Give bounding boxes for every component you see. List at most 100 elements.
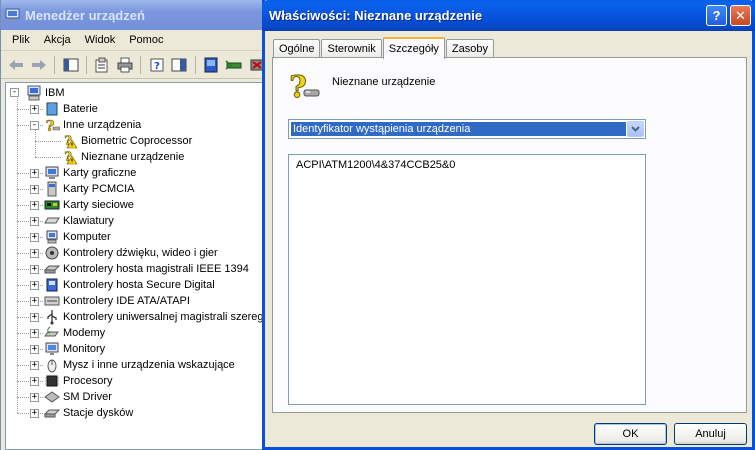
cancel-button[interactable]: Anuluj bbox=[674, 423, 747, 445]
ide-controller-icon bbox=[44, 293, 60, 309]
back-arrow-icon[interactable] bbox=[7, 55, 26, 75]
tree-item-label: Mysz i inne urządzenia wskazujące bbox=[63, 359, 235, 371]
help-icon[interactable]: ? bbox=[147, 55, 166, 75]
tree-item[interactable]: Kontrolery hosta magistrali IEEE 1394 bbox=[44, 261, 249, 277]
tree-item[interactable]: Klawiatury bbox=[44, 213, 114, 229]
ok-button[interactable]: OK bbox=[594, 423, 667, 445]
tree-item[interactable]: Kontrolery uniwersalnej magistrali szere… bbox=[44, 309, 266, 325]
tree-expand-toggle[interactable]: + bbox=[30, 361, 39, 370]
property-dropdown[interactable]: Identyfikator wystąpienia urządzenia bbox=[288, 119, 646, 139]
tab-szczegoly[interactable]: Szczegóły bbox=[382, 37, 445, 59]
pcmcia-card-icon bbox=[44, 181, 60, 197]
tree-item[interactable]: ? Nieznane urządzenie bbox=[62, 149, 184, 165]
tree-expand-toggle[interactable]: + bbox=[30, 297, 39, 306]
ieee1394-icon bbox=[44, 261, 60, 277]
tab-strip: Ogólne Sterownik Szczegóły Zasoby bbox=[273, 37, 495, 59]
tree-expand-toggle[interactable]: + bbox=[30, 345, 39, 354]
tree-item[interactable]: ? Inne urządzenia bbox=[44, 117, 141, 133]
tree-expand-toggle[interactable]: + bbox=[30, 217, 39, 226]
chevron-down-icon bbox=[631, 126, 640, 132]
tree-expand-toggle[interactable]: + bbox=[30, 105, 39, 114]
tree-line bbox=[17, 93, 18, 413]
tree-item[interactable]: Karty graficzne bbox=[44, 165, 136, 181]
tree-expand-toggle[interactable]: + bbox=[30, 329, 39, 338]
tree-item-label: Modemy bbox=[63, 327, 106, 339]
tree-line bbox=[35, 157, 61, 158]
property-value-list[interactable]: ACPI\ATM1200\4&374CCB25&0 bbox=[288, 154, 646, 405]
display-adapter-icon bbox=[44, 165, 60, 181]
device-tree[interactable]: IBM - Baterie +? Inne urządzenia -? Biometri… bbox=[5, 82, 266, 450]
tree-expand-toggle[interactable]: + bbox=[30, 169, 39, 178]
scan-hardware-icon[interactable] bbox=[202, 55, 221, 75]
unknown-device-icon: ? bbox=[287, 70, 321, 106]
tree-item[interactable]: Komputer bbox=[44, 229, 111, 245]
tree-collapse-toggle[interactable]: - bbox=[30, 121, 39, 130]
menu-plik[interactable]: Plik bbox=[5, 34, 37, 46]
device-manager-titlebar[interactable]: Menedżer urządzeń bbox=[1, 0, 266, 30]
tree-item[interactable]: Stacje dysków bbox=[44, 405, 133, 421]
menu-akcja[interactable]: Akcja bbox=[37, 34, 78, 46]
unknown-device-icon: ? bbox=[44, 117, 60, 133]
dropdown-arrow-button[interactable] bbox=[627, 121, 644, 137]
tree-expand-toggle[interactable]: + bbox=[30, 377, 39, 386]
tree-item[interactable]: ? Biometric Coprocessor bbox=[62, 133, 192, 149]
tree-expand-toggle[interactable]: + bbox=[30, 393, 39, 402]
tree-item-label: SM Driver bbox=[63, 391, 112, 403]
tree-expand-toggle[interactable]: + bbox=[30, 281, 39, 290]
tree-expand-toggle[interactable]: + bbox=[30, 313, 39, 322]
properties-icon[interactable] bbox=[93, 55, 112, 75]
tree-item[interactable]: Kontrolery IDE ATA/ATAPI bbox=[44, 293, 190, 309]
close-button[interactable]: ✕ bbox=[730, 5, 751, 26]
tab-ogolne[interactable]: Ogólne bbox=[273, 39, 321, 58]
tree-item[interactable]: Karty sieciowe bbox=[44, 197, 134, 213]
menu-pomoc[interactable]: Pomoc bbox=[122, 34, 170, 46]
menu-widok[interactable]: Widok bbox=[78, 34, 123, 46]
tree-expand-toggle[interactable]: + bbox=[30, 185, 39, 194]
unknown-device-warning-icon: ? bbox=[62, 133, 78, 149]
tree-collapse-toggle[interactable]: - bbox=[10, 88, 19, 97]
tab-sterownik[interactable]: Sterownik bbox=[321, 39, 382, 58]
print-icon[interactable] bbox=[116, 55, 135, 75]
tree-item-label: Monitory bbox=[63, 343, 106, 355]
properties-dialog: Właściwości: Nieznane urządzenie ? ✕ Ogó… bbox=[262, 0, 755, 450]
tree-expand-toggle[interactable]: + bbox=[30, 201, 39, 210]
keyboard-icon bbox=[44, 213, 60, 229]
forward-arrow-icon[interactable] bbox=[30, 55, 49, 75]
update-driver-icon[interactable] bbox=[225, 55, 244, 75]
tree-item[interactable]: Kontrolery dźwięku, wideo i gier bbox=[44, 245, 218, 261]
tree-item[interactable]: Mysz i inne urządzenia wskazujące bbox=[44, 357, 235, 373]
tree-line bbox=[35, 141, 61, 142]
svg-text:?: ? bbox=[46, 117, 55, 133]
tree-expand-toggle[interactable]: + bbox=[30, 233, 39, 242]
tree-item[interactable]: Kontrolery hosta Secure Digital bbox=[44, 277, 215, 293]
unknown-device-warning-icon: ? bbox=[62, 149, 78, 165]
tab-zasoby[interactable]: Zasoby bbox=[445, 39, 494, 58]
tree-item-label: Klawiatury bbox=[63, 215, 114, 227]
list-item[interactable]: ACPI\ATM1200\4&374CCB25&0 bbox=[296, 159, 455, 171]
tree-item[interactable]: Modemy bbox=[44, 325, 105, 341]
processor-icon bbox=[44, 373, 60, 389]
tree-item-label: Kontrolery IDE ATA/ATAPI bbox=[63, 295, 190, 307]
tree-expand-toggle[interactable]: + bbox=[30, 265, 39, 274]
tree-item[interactable]: SM Driver bbox=[44, 389, 112, 405]
tree-item-label: Karty graficzne bbox=[63, 167, 137, 179]
tree-item-label: Komputer bbox=[63, 231, 111, 243]
tree-item-label: Karty PCMCIA bbox=[63, 183, 135, 195]
tree-item[interactable]: Procesory bbox=[44, 373, 113, 389]
tree-root-ibm[interactable]: IBM bbox=[26, 85, 65, 101]
usb-icon bbox=[44, 309, 60, 325]
toolbar-separator bbox=[86, 55, 88, 74]
view-icon[interactable] bbox=[170, 55, 189, 75]
tree-expand-toggle[interactable]: + bbox=[30, 249, 39, 258]
computer-icon bbox=[44, 229, 60, 245]
tree-expand-toggle[interactable]: + bbox=[30, 409, 39, 418]
tree-item[interactable]: Monitory bbox=[44, 341, 105, 357]
sm-driver-icon bbox=[44, 389, 60, 405]
dialog-titlebar[interactable]: Właściwości: Nieznane urządzenie ? ✕ bbox=[262, 0, 755, 31]
console-tree-icon[interactable] bbox=[61, 55, 80, 75]
tree-item[interactable]: Karty PCMCIA bbox=[44, 181, 135, 197]
tree-item[interactable]: Baterie bbox=[44, 101, 98, 117]
help-button[interactable]: ? bbox=[706, 5, 727, 26]
battery-icon bbox=[44, 101, 60, 117]
property-dropdown-value: Identyfikator wystąpienia urządzenia bbox=[291, 122, 626, 136]
